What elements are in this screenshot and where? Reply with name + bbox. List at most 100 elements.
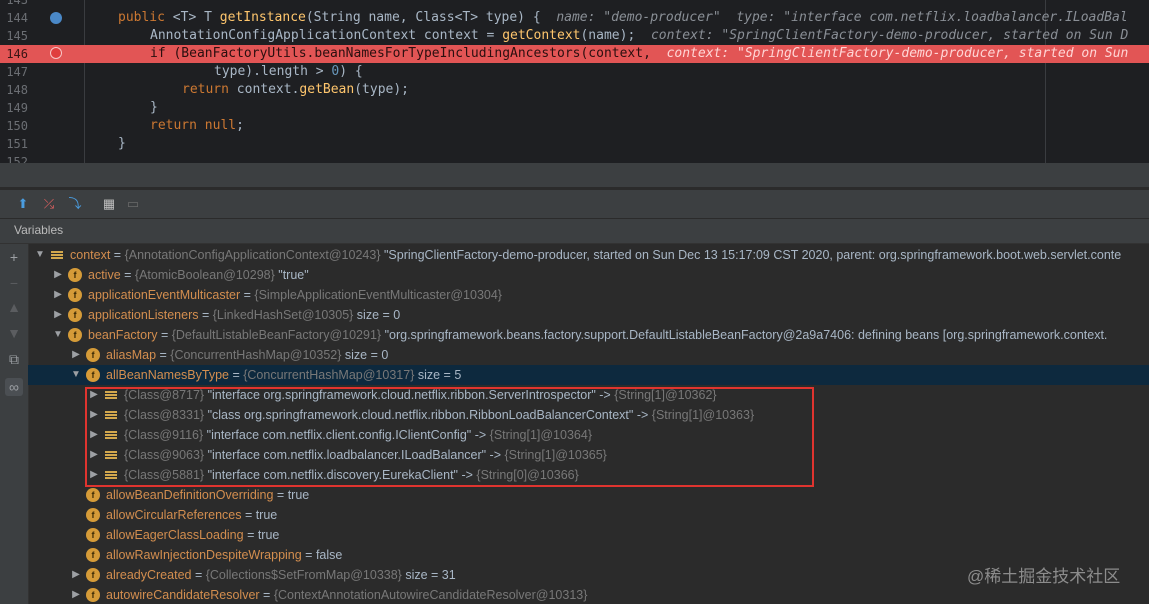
restore-layout-icon[interactable]: ▭ [124, 196, 142, 212]
variable-value: = true [243, 528, 280, 542]
variable-value: "SpringClientFactory-demo-producer, star… [380, 248, 1122, 262]
code-token: ; [236, 118, 244, 133]
variable-name: allowCircularReferences [106, 508, 242, 522]
object-id: {Collections$SetFromMap@10338} [205, 568, 402, 582]
code-line[interactable]: 144 public <T> T getInstance(String name,… [0, 9, 1149, 27]
breakpoint-icon[interactable] [50, 47, 62, 59]
line-number: 144 [6, 11, 28, 25]
line-number: 148 [6, 83, 28, 97]
tree-row[interactable]: ▼ f allBeanNamesByType = {ConcurrentHashMa… [28, 365, 1149, 385]
variables-sidebar: + − ▲ ▼ ⧉ ∞ [0, 244, 29, 604]
code-text: type).length > 0) { [214, 63, 363, 81]
tree-row[interactable]: f allowEagerClassLoading = true [28, 525, 1149, 545]
tree-row[interactable]: ▼ context = {AnnotationConfigApplicationC… [28, 245, 1149, 265]
remove-watch-icon[interactable]: − [5, 274, 23, 292]
add-watch-icon[interactable]: + [5, 248, 23, 266]
code-token: AnnotationConfigApplicationContext conte… [150, 28, 503, 43]
tree-row[interactable]: ▶ f aliasMap = {ConcurrentHashMap@10352} s… [28, 345, 1149, 365]
code-line[interactable]: 143 [0, 0, 1149, 9]
copy-icon[interactable]: ⧉ [5, 350, 23, 368]
code-line[interactable]: 151} [0, 135, 1149, 153]
run-to-cursor-icon[interactable]: ⤰ [40, 196, 58, 212]
field-icon: f [86, 368, 100, 382]
inline-debug-value: context: "SpringClientFactory-demo-produ… [666, 46, 1129, 61]
variable-name: autowireCandidateResolver [106, 588, 260, 602]
code-line[interactable]: 148 return context.getBean(type); [0, 81, 1149, 99]
code-token: if [150, 46, 174, 61]
equals-sign: = [156, 348, 171, 362]
glasses-icon[interactable]: ∞ [5, 378, 23, 396]
variable-value: size = 0 [341, 348, 389, 362]
line-number: 143 [6, 0, 28, 7]
code-text: return context.getBean(type); [182, 81, 409, 99]
code-token: getBean [299, 82, 355, 97]
step-out-icon[interactable]: ⬆ [14, 196, 32, 212]
evaluate-expression-icon[interactable]: ⤵ [66, 196, 84, 212]
move-down-icon[interactable]: ▼ [5, 324, 23, 342]
line-number: 147 [6, 65, 28, 79]
field-icon: f [86, 588, 100, 602]
row-text: autowireCandidateResolver = {ContextAnno… [106, 585, 587, 604]
code-token: return [150, 118, 205, 133]
step-marker-icon[interactable] [50, 12, 62, 24]
variable-value: = false [301, 548, 343, 562]
code-token: ) { [339, 64, 363, 79]
chevron-right-icon[interactable]: ▶ [70, 345, 82, 365]
code-text: public <T> T getInstance(String name, Cl… [118, 9, 1128, 27]
table-view-icon[interactable]: ▦ [100, 196, 118, 212]
variable-name: allBeanNamesByType [106, 368, 229, 382]
code-token: (String name, Class<T> type) { [305, 10, 557, 25]
chevron-down-icon[interactable]: ▼ [70, 365, 82, 385]
variable-value: size = 31 [401, 568, 456, 582]
chevron-right-icon[interactable]: ▶ [52, 285, 64, 305]
code-line[interactable]: 149} [0, 99, 1149, 117]
code-line[interactable]: 152 [0, 153, 1149, 163]
tree-row[interactable]: ▼ f beanFactory = {DefaultListableBeanFact… [28, 325, 1149, 345]
tree-row[interactable]: ▶ f applicationEventMulticaster = {SimpleA… [28, 285, 1149, 305]
line-number: 145 [6, 29, 28, 43]
code-line[interactable]: 150 return null; [0, 117, 1149, 135]
tree-row[interactable]: ▶ f active = {AtomicBoolean@10298} "true" [28, 265, 1149, 285]
code-text: } [118, 135, 126, 153]
move-up-icon[interactable]: ▲ [5, 298, 23, 316]
chevron-down-icon[interactable]: ▼ [34, 245, 46, 265]
code-line-current[interactable]: 146 if (BeanFactoryUtils.beanNamesForType… [0, 45, 1149, 63]
variable-icon [50, 248, 64, 262]
chevron-right-icon[interactable]: ▶ [52, 265, 64, 285]
row-text: allowRawInjectionDespiteWrapping = false [106, 545, 342, 565]
code-line[interactable]: 147 type).length > 0) { [0, 63, 1149, 81]
chevron-right-icon[interactable]: ▶ [70, 565, 82, 585]
code-text: return null; [150, 117, 244, 135]
variable-name: context [70, 248, 111, 262]
inline-debug-value: context: "SpringClientFactory-demo-produ… [650, 28, 1129, 43]
code-editor[interactable]: 143 144 public <T> T getInstance(String na… [0, 0, 1149, 163]
watermark: @稀土掘金技术社区 [967, 567, 1121, 586]
tree-row[interactable]: ▶ f applicationListeners = {LinkedHashSet@… [28, 305, 1149, 325]
row-text: applicationListeners = {LinkedHashSet@10… [88, 305, 400, 325]
row-text: context = {AnnotationConfigApplicationCo… [70, 245, 1121, 265]
panel-splitter[interactable] [0, 163, 1149, 187]
field-icon: f [86, 348, 100, 362]
tree-row[interactable]: f allowCircularReferences = true [28, 505, 1149, 525]
variable-name: alreadyCreated [106, 568, 192, 582]
row-text: allBeanNamesByType = {ConcurrentHashMap@… [106, 365, 461, 385]
field-icon: f [86, 488, 100, 502]
equals-sign: = [240, 288, 255, 302]
chevron-right-icon[interactable]: ▶ [70, 585, 82, 604]
field-icon: f [68, 288, 82, 302]
chevron-right-icon[interactable]: ▶ [52, 305, 64, 325]
variable-name: active [88, 268, 121, 282]
code-token: type).length > [214, 64, 332, 79]
variable-name: allowRawInjectionDespiteWrapping [106, 548, 302, 562]
code-token: null [204, 118, 237, 133]
equals-sign: = [259, 588, 274, 602]
field-icon: f [86, 568, 100, 582]
tree-row[interactable]: f allowBeanDefinitionOverriding = true [28, 485, 1149, 505]
equals-sign: = [110, 248, 125, 262]
equals-sign: = [157, 328, 172, 342]
tree-row[interactable]: ▶ f autowireCandidateResolver = {ContextAn… [28, 585, 1149, 604]
row-text: allowCircularReferences = true [106, 505, 277, 525]
variable-name: aliasMap [106, 348, 157, 362]
code-line[interactable]: 145 AnnotationConfigApplicationContext co… [0, 27, 1149, 45]
chevron-down-icon[interactable]: ▼ [52, 325, 64, 345]
